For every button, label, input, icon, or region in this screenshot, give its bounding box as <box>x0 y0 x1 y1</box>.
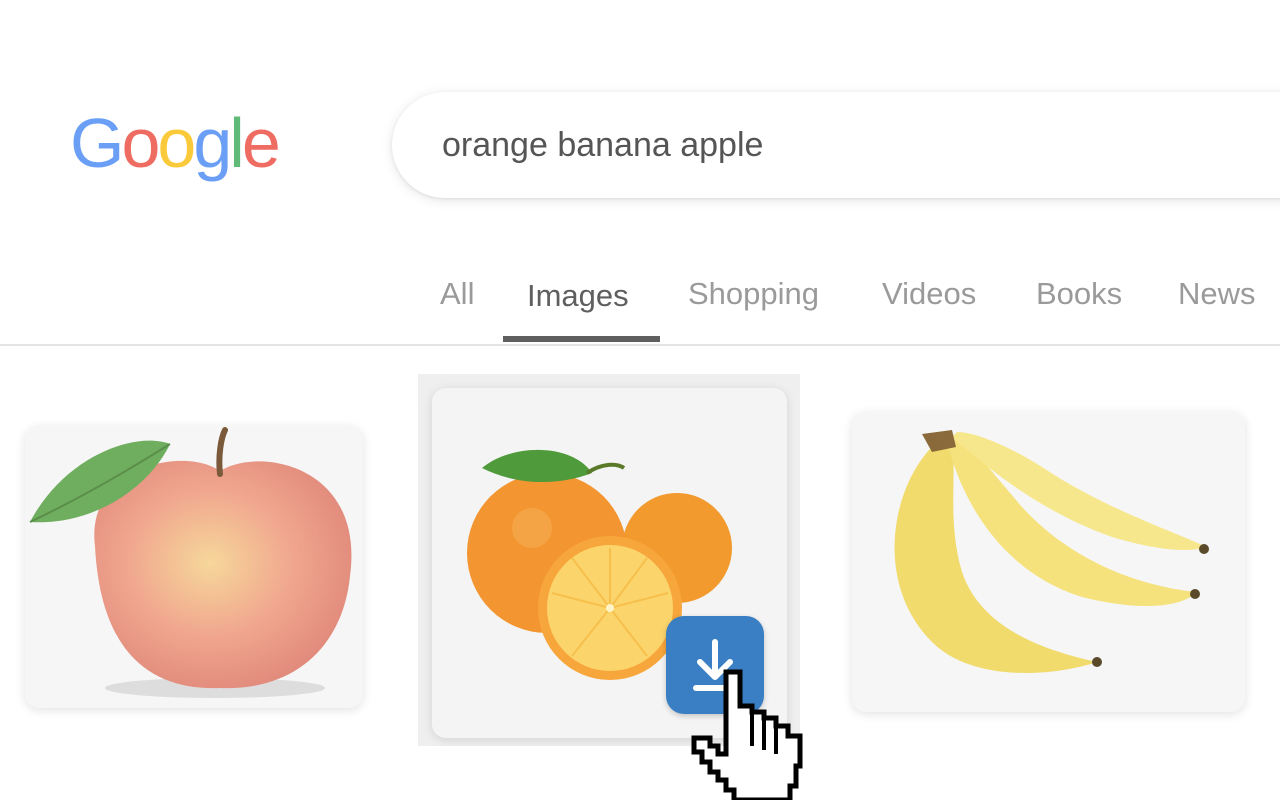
banana-image <box>852 412 1245 712</box>
google-logo[interactable]: Google <box>70 104 281 182</box>
logo-letter: G <box>70 104 124 182</box>
search-input[interactable] <box>442 120 1262 170</box>
logo-letter: o <box>157 104 196 182</box>
image-result-apple[interactable] <box>25 426 363 708</box>
active-tab-indicator <box>503 336 660 342</box>
search-tabs: All Images Shopping Videos Books News <box>0 270 1280 346</box>
download-button[interactable] <box>666 616 764 714</box>
image-result-banana[interactable] <box>852 412 1245 712</box>
tab-videos[interactable]: Videos <box>882 276 976 312</box>
header-divider <box>0 344 1280 346</box>
download-arrow-icon <box>693 639 737 691</box>
tab-news[interactable]: News <box>1178 276 1256 312</box>
search-box[interactable] <box>392 92 1280 198</box>
apple-image <box>25 426 363 708</box>
tab-shopping[interactable]: Shopping <box>688 276 819 312</box>
tab-all[interactable]: All <box>440 276 474 312</box>
google-images-page: Google All Images Shopping Videos Books … <box>0 0 1280 800</box>
logo-letter: g <box>193 104 232 182</box>
logo-letter: l <box>229 104 244 182</box>
tab-books[interactable]: Books <box>1036 276 1122 312</box>
logo-letter: e <box>241 104 281 182</box>
logo-letter: o <box>121 104 160 182</box>
tab-images[interactable]: Images <box>527 278 629 314</box>
